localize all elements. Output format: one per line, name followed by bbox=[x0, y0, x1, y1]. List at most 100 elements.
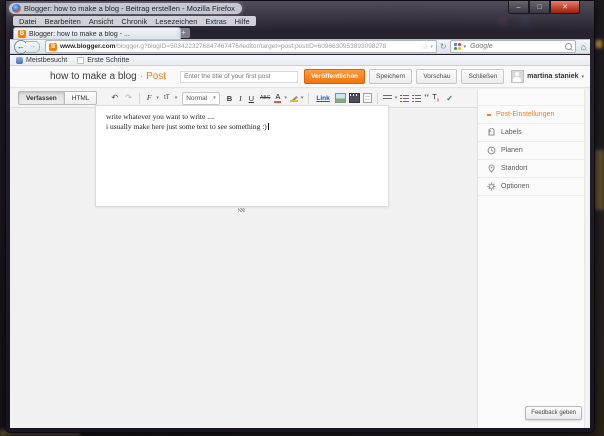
url-text: www.blogger.com/blogger.g?blogID=5034223… bbox=[60, 43, 419, 50]
menu-lesezeichen[interactable]: Lesezeichen bbox=[155, 17, 197, 26]
search-icon[interactable] bbox=[564, 43, 572, 50]
font-family-caret-icon: ▾ bbox=[156, 95, 159, 101]
editor-line-text: i usually make here just some text to se… bbox=[106, 122, 267, 131]
sidebar-item-label: Labels bbox=[501, 129, 522, 136]
tag-icon bbox=[488, 128, 495, 136]
numbered-list-icon[interactable] bbox=[400, 94, 410, 102]
remove-format-x: x bbox=[436, 97, 440, 104]
blogger-header: how to make a blog · Post Veröffentliche… bbox=[10, 66, 590, 88]
paragraph-style-value: Normal bbox=[186, 94, 208, 102]
sidebar-item-standort[interactable]: Standort bbox=[478, 160, 590, 178]
location-pin-icon bbox=[488, 164, 495, 173]
editor-line: write whatever you want to write .... bbox=[106, 112, 215, 121]
bookmark-label: Erste Schritte bbox=[87, 56, 130, 64]
insert-image-icon[interactable] bbox=[334, 93, 346, 103]
desktop-artifact bbox=[594, 150, 604, 210]
menu-chronik[interactable]: Chronik bbox=[121, 17, 147, 26]
highlight-caret-icon: ▾ bbox=[300, 95, 304, 101]
reload-button[interactable]: ↻ bbox=[440, 42, 447, 51]
bookmark-star-icon[interactable]: ☆ bbox=[422, 43, 428, 51]
insert-jump-break-icon[interactable] bbox=[362, 93, 372, 103]
close-post-button[interactable]: Schließen bbox=[461, 69, 505, 84]
publish-button[interactable]: Veröffentlichen bbox=[304, 69, 366, 84]
blockquote-icon[interactable]: “ bbox=[424, 93, 429, 104]
sidebar-item-planen[interactable]: Planen bbox=[478, 142, 590, 160]
tab-title: Blogger: how to make a blog - ... bbox=[29, 30, 130, 38]
google-logo-icon bbox=[453, 42, 462, 51]
bullet-list-icon[interactable] bbox=[412, 94, 422, 102]
user-dropdown-icon: ▾ bbox=[581, 73, 584, 80]
url-domain: www.blogger.com bbox=[60, 43, 116, 50]
insert-link-button[interactable]: Link bbox=[314, 95, 331, 102]
preview-button[interactable]: Vorschau bbox=[416, 69, 458, 84]
sidebar-item-labels[interactable]: Labels bbox=[478, 124, 590, 142]
underline-button[interactable]: U bbox=[247, 94, 256, 103]
page-type-label: Post bbox=[146, 71, 167, 82]
font-size-icon[interactable]: tT bbox=[162, 92, 172, 104]
url-dropdown-icon[interactable]: ▾ bbox=[430, 44, 433, 50]
sidebar-item-post-einstellungen[interactable]: Post-Einstellungen bbox=[478, 105, 590, 124]
compose-mode-button[interactable]: Verfassen bbox=[18, 91, 65, 105]
getting-started-icon bbox=[77, 56, 85, 64]
highlight-color-icon[interactable] bbox=[289, 94, 298, 102]
menu-hilfe[interactable]: Hilfe bbox=[235, 17, 250, 26]
orange-dash-icon bbox=[487, 113, 491, 116]
text-color-caret-icon: ▾ bbox=[284, 95, 287, 101]
save-button[interactable]: Speichern bbox=[369, 69, 413, 84]
sidebar-item-optionen[interactable]: Optionen bbox=[478, 178, 590, 196]
insert-video-icon[interactable] bbox=[348, 93, 360, 103]
post-settings-sidebar: Post-Einstellungen Labels Planen Standor… bbox=[477, 89, 590, 428]
sidebar-header-label: Post-Einstellungen bbox=[496, 111, 555, 118]
undo-icon[interactable]: ↶ bbox=[109, 92, 120, 104]
user-menu[interactable]: martina staniek ▾ bbox=[511, 70, 584, 83]
clock-icon bbox=[487, 146, 496, 155]
blogger-page: how to make a blog · Post Veröffentliche… bbox=[10, 66, 590, 428]
mode-switch: Verfassen HTML bbox=[18, 91, 98, 105]
navigation-bar: ← → B www.blogger.com/blogger.g?blogID=5… bbox=[10, 39, 590, 54]
gear-icon bbox=[487, 182, 496, 191]
menu-bar: Datei Bearbeiten Ansicht Chronik Lesezei… bbox=[13, 16, 256, 26]
bookmark-meistbesucht[interactable]: Meistbesucht bbox=[16, 56, 67, 64]
blogger-favicon: B bbox=[18, 30, 26, 38]
most-visited-icon bbox=[16, 56, 23, 64]
search-input[interactable] bbox=[468, 42, 563, 51]
menu-bearbeiten[interactable]: Bearbeiten bbox=[45, 17, 81, 26]
feedback-button[interactable]: Feedback geben bbox=[525, 406, 582, 420]
sidebar-item-label: Standort bbox=[501, 165, 528, 172]
menu-extras[interactable]: Extras bbox=[205, 17, 226, 26]
url-path: /blogger.g?blogID=5034223276847467476#ed… bbox=[115, 43, 387, 50]
tab-strip: B Blogger: how to make a blog - ... + bbox=[10, 27, 590, 40]
paragraph-caret-icon: ▾ bbox=[213, 95, 216, 101]
separator: · bbox=[139, 71, 144, 82]
html-mode-button[interactable]: HTML bbox=[64, 91, 98, 105]
blog-name[interactable]: how to make a blog bbox=[50, 71, 137, 82]
blogger-favicon: B bbox=[49, 42, 57, 51]
italic-button[interactable]: I bbox=[237, 94, 244, 103]
menu-datei[interactable]: Datei bbox=[19, 17, 37, 26]
forward-button[interactable]: → bbox=[26, 40, 40, 53]
bold-button[interactable]: B bbox=[225, 94, 234, 103]
sidebar-item-label: Planen bbox=[501, 147, 523, 154]
search-box[interactable]: ▾ bbox=[449, 40, 576, 53]
post-body-editor[interactable]: write whatever you want to write .... i … bbox=[95, 105, 389, 207]
text-color-button[interactable]: A bbox=[274, 93, 282, 103]
editor-resize-handle[interactable] bbox=[238, 208, 245, 212]
strikethrough-button[interactable]: ABC bbox=[259, 95, 271, 101]
remove-formatting-icon[interactable]: Tx bbox=[432, 92, 443, 104]
alignment-icon[interactable] bbox=[382, 94, 392, 102]
redo-icon[interactable]: ↷ bbox=[123, 92, 134, 104]
url-bar[interactable]: B www.blogger.com/blogger.g?blogID=50342… bbox=[45, 40, 437, 53]
desktop-icon-yellow bbox=[595, 40, 602, 48]
bookmark-erste-schritte[interactable]: Erste Schritte bbox=[77, 56, 130, 64]
avatar bbox=[511, 70, 525, 83]
firefox-window: Blogger: how to make a blog - Beitrag er… bbox=[5, 0, 595, 433]
menu-ansicht[interactable]: Ansicht bbox=[89, 17, 114, 26]
font-family-icon[interactable]: F bbox=[145, 92, 154, 104]
paragraph-style-dropdown[interactable]: Normal ▾ bbox=[182, 91, 220, 105]
spellcheck-icon[interactable]: ✓ bbox=[446, 94, 453, 103]
home-button[interactable]: ⌂ bbox=[581, 42, 586, 52]
scrollbar-track[interactable] bbox=[584, 89, 590, 428]
search-engine-dropdown-icon[interactable]: ▾ bbox=[464, 44, 467, 50]
new-tab-button[interactable]: + bbox=[177, 28, 190, 38]
post-title-input[interactable] bbox=[180, 70, 299, 83]
